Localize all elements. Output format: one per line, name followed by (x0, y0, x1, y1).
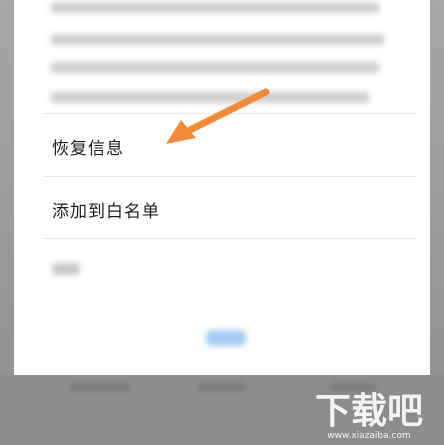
orange-arrow-annotation (166, 88, 270, 144)
watermark-url-text: www.xiazaiba.com (327, 431, 411, 441)
watermark-logo: 下载吧 www.xiazaiba.com (304, 391, 434, 441)
watermark-main-text: 下载吧 (314, 390, 423, 432)
